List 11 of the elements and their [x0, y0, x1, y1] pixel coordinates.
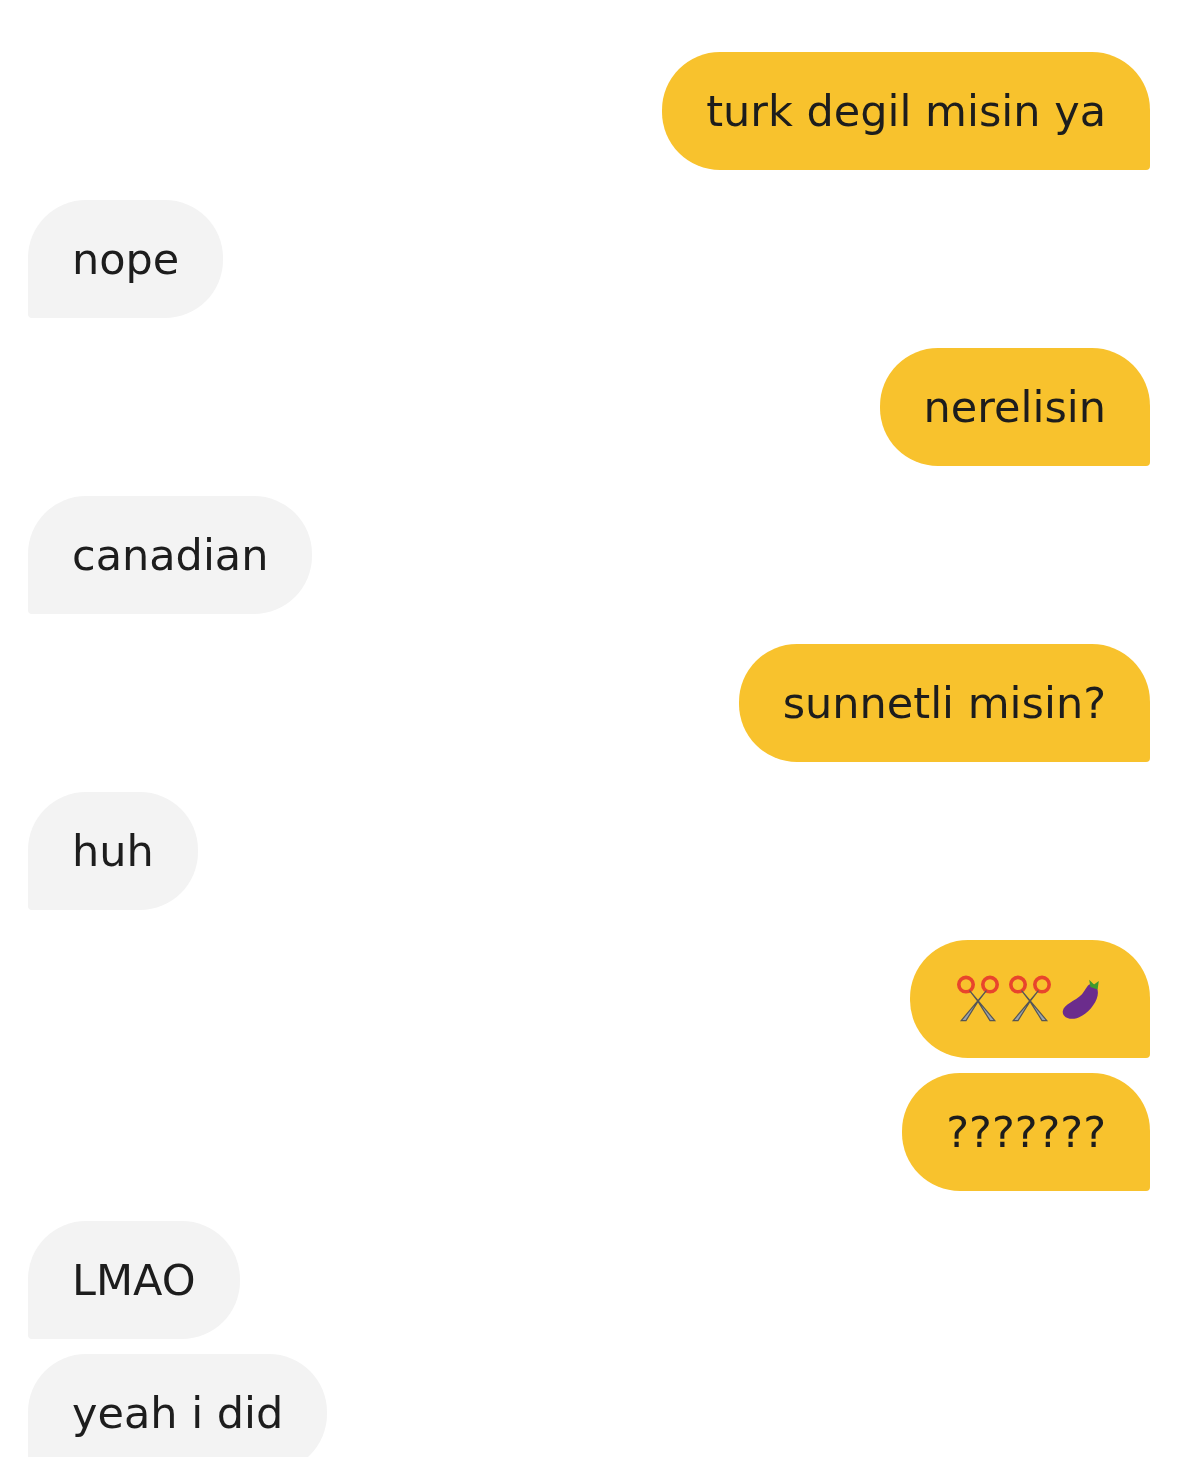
- scissors-icon: [954, 975, 1002, 1023]
- message-bubble: huh: [28, 792, 198, 910]
- message-bubble: yeah i did: [28, 1354, 328, 1457]
- message-bubble: turk degil misin ya: [662, 52, 1150, 170]
- message-bubble: ???????: [902, 1073, 1150, 1191]
- message-bubble: nope: [28, 200, 224, 318]
- message-bubble: nerelisin: [879, 348, 1150, 466]
- scissors-icon: [1006, 975, 1054, 1023]
- message-bubble: sunnetli misin?: [738, 644, 1150, 762]
- message-bubble: LMAO: [28, 1221, 240, 1339]
- message-bubble: canadian: [28, 496, 313, 614]
